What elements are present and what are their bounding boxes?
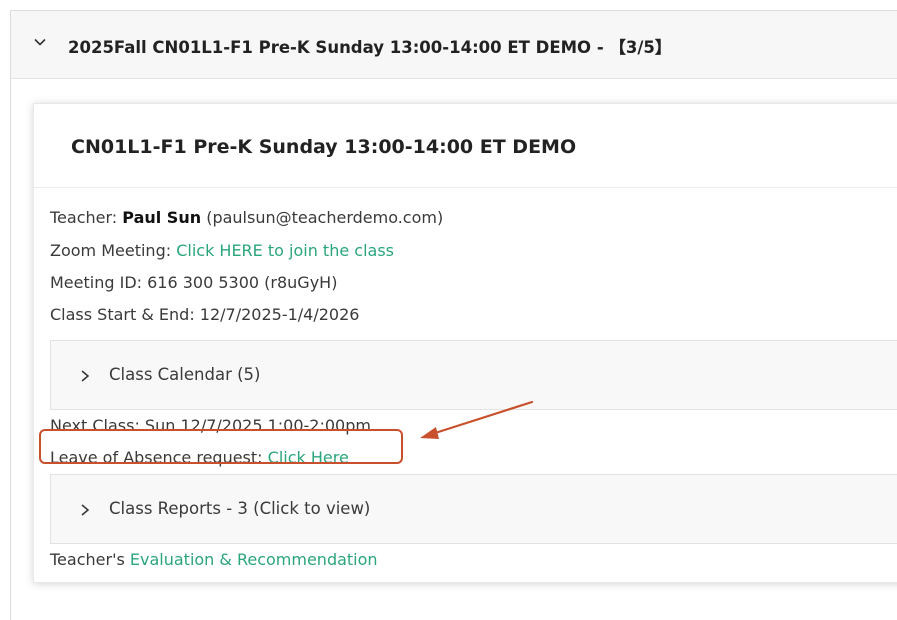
class-detail-card: CN01L1-F1 Pre-K Sunday 13:00-14:00 ET DE… (33, 103, 897, 583)
teacher-label: Teacher: (50, 208, 118, 227)
class-dates: Class Start & End: 12/7/2025-1/4/2026 (50, 305, 360, 324)
card-title: CN01L1-F1 Pre-K Sunday 13:00-14:00 ET DE… (71, 136, 577, 158)
zoom-join-link[interactable]: Click HERE to join the class (176, 241, 394, 260)
teacher-name: Paul Sun (122, 208, 202, 227)
chevron-down-icon (34, 38, 46, 46)
arrow-annotation-icon (420, 400, 534, 439)
class-panel: 2025Fall CN01L1-F1 Pre-K Sunday 13:00-14… (10, 10, 897, 620)
class-calendar-label: Class Calendar (5) (109, 365, 261, 384)
class-reports-label: Class Reports - 3 (Click to view) (109, 499, 371, 518)
teacher-line: Teacher: Paul Sun (paulsun@teacherdemo.c… (50, 208, 443, 227)
meeting-id: Meeting ID: 616 300 5300 (r8uGyH) (50, 273, 338, 292)
class-accordion-title: 2025Fall CN01L1-F1 Pre-K Sunday 13:00-14… (68, 38, 672, 57)
zoom-line: Zoom Meeting: Click HERE to join the cla… (50, 241, 394, 260)
class-accordion-header[interactable]: 2025Fall CN01L1-F1 Pre-K Sunday 13:00-14… (11, 11, 897, 79)
zoom-label: Zoom Meeting: (50, 241, 172, 260)
teacher-email: (paulsun@teacherdemo.com) (206, 208, 444, 227)
evaluation-label: Teacher's (50, 550, 125, 569)
annotation-highlight-box (39, 429, 403, 464)
evaluation-link[interactable]: Evaluation & Recommendation (130, 550, 378, 569)
evaluation-line: Teacher's Evaluation & Recommendation (50, 550, 378, 569)
class-reports-accordion[interactable]: Class Reports - 3 (Click to view) (50, 474, 897, 544)
card-header: CN01L1-F1 Pre-K Sunday 13:00-14:00 ET DE… (34, 104, 897, 188)
chevron-right-icon (81, 370, 90, 382)
chevron-right-icon (81, 504, 90, 516)
